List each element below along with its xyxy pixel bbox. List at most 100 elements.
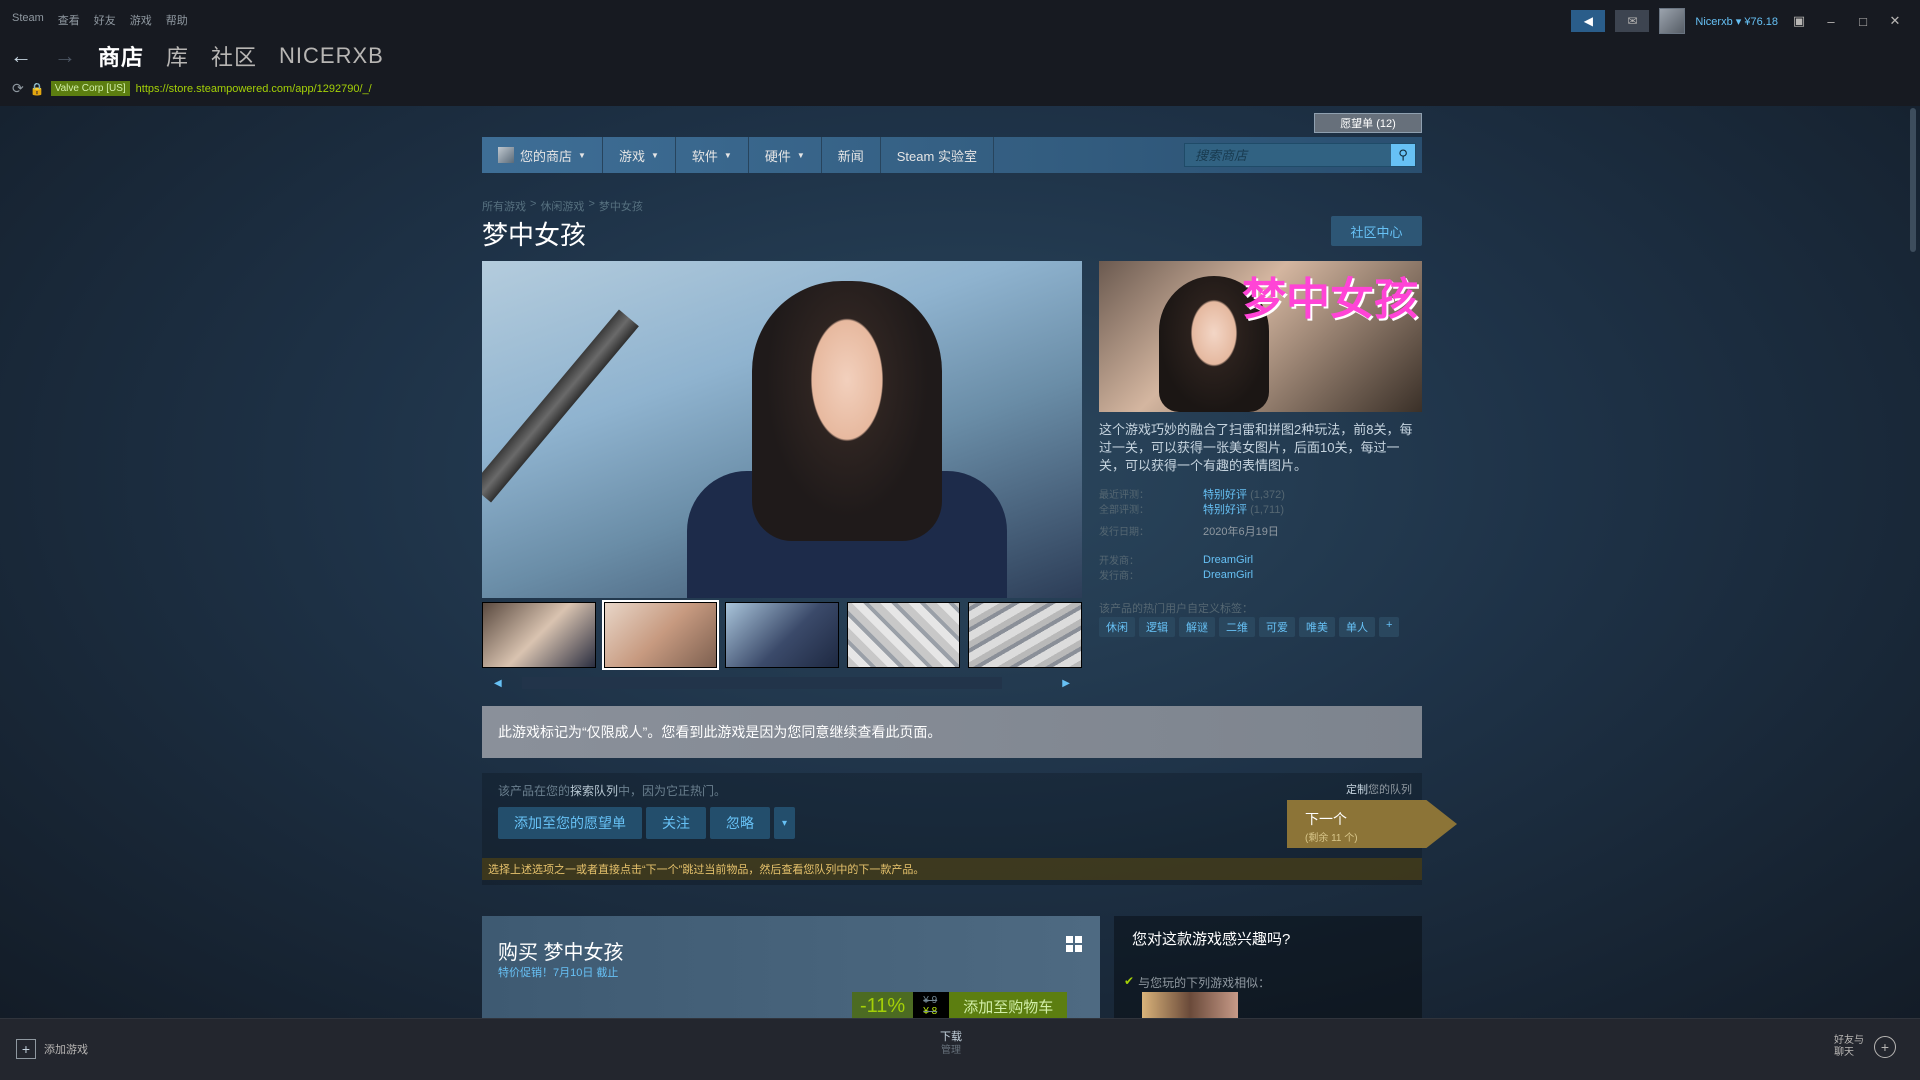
avatar[interactable] bbox=[1659, 8, 1686, 34]
page-scrollbar[interactable] bbox=[1910, 108, 1916, 252]
forward-arrow-icon[interactable]: → bbox=[54, 43, 76, 69]
breadcrumb-casual[interactable]: 休闲游戏 bbox=[540, 198, 584, 214]
tab-library[interactable]: 库 bbox=[166, 40, 189, 72]
breadcrumb-all-games[interactable]: 所有游戏 bbox=[482, 198, 526, 214]
tab-store[interactable]: 商店 bbox=[98, 40, 144, 72]
game-meta: 最近评测： 特别好评 (1,372) 全部评测： 特别好评 (1,711) 发行… bbox=[1099, 486, 1422, 583]
screenshot-thumbnail[interactable] bbox=[725, 602, 839, 668]
next-remaining: (剩余 11 个) bbox=[1305, 833, 1358, 844]
recent-reviews-row: 最近评测： 特别好评 (1,372) bbox=[1099, 486, 1422, 502]
interest-panel: 您对这款游戏感兴趣吗? ✔ 与您玩的下列游戏相似： bbox=[1114, 916, 1422, 1018]
check-icon: ✔ bbox=[1124, 974, 1135, 988]
tag-logic[interactable]: 逻辑 bbox=[1139, 617, 1175, 637]
recent-reviews-summary[interactable]: 特别好评 (1,372) bbox=[1203, 486, 1285, 502]
menu-steam[interactable]: Steam bbox=[12, 12, 44, 28]
tag-beautiful[interactable]: 唯美 bbox=[1299, 617, 1335, 637]
highlight-screenshot[interactable] bbox=[482, 261, 1082, 598]
client-menubar: Steam 查看 好友 游戏 帮助 bbox=[12, 12, 188, 28]
tag-puzzle[interactable]: 解谜 bbox=[1179, 617, 1215, 637]
thumbnail-scroll-track[interactable] bbox=[522, 677, 1002, 689]
add-game-label: 添加游戏 bbox=[44, 1044, 88, 1056]
store-nav-label: 新闻 bbox=[837, 148, 864, 164]
queue-actions: 添加至您的愿望单 关注 忽略 ▾ bbox=[498, 807, 796, 839]
next-in-queue-button[interactable]: 下一个 (剩余 11 个) bbox=[1287, 800, 1457, 848]
store-nav-your-store[interactable]: 您的商店 ▼ bbox=[482, 137, 603, 173]
menu-view[interactable]: 查看 bbox=[58, 12, 80, 28]
friends-chat-button[interactable]: 好友与 聊天 + bbox=[1834, 1035, 1896, 1059]
friends-chat-label: 好友与 聊天 bbox=[1834, 1035, 1864, 1059]
meta-label: 最近评测： bbox=[1099, 490, 1149, 501]
store-nav-news[interactable]: 新闻 bbox=[822, 137, 881, 173]
main-nav: ← → 商店 库 社区 NICERXB bbox=[10, 40, 384, 72]
add-tag-button[interactable]: + bbox=[1379, 617, 1400, 637]
scroll-right-icon[interactable]: ▶ bbox=[1062, 678, 1070, 689]
menu-games[interactable]: 游戏 bbox=[130, 12, 152, 28]
search-input[interactable] bbox=[1185, 144, 1391, 166]
screenshot-thumbnail[interactable] bbox=[968, 602, 1082, 668]
back-arrow-icon[interactable]: ← bbox=[10, 43, 32, 69]
client-bottom-bar: + 添加游戏 下载 管理 好友与 聊天 + bbox=[0, 1018, 1920, 1080]
downloads-button[interactable]: 下载 管理 bbox=[940, 1031, 962, 1057]
wishlist-button[interactable]: 愿望单 (12) bbox=[1314, 113, 1422, 133]
all-reviews-summary[interactable]: 特别好评 (1,711) bbox=[1203, 501, 1284, 517]
screenshot-thumbnail[interactable] bbox=[601, 600, 720, 670]
window-controls: ◀ ✉ Nicerxb ▾ ¥76.18 ▣ – □ ✕ bbox=[1571, 8, 1920, 34]
breadcrumb-separator: > bbox=[530, 198, 537, 210]
chevron-down-icon: ▼ bbox=[796, 150, 805, 160]
minimize-icon[interactable]: – bbox=[1820, 10, 1842, 32]
tag-casual[interactable]: 休闲 bbox=[1099, 617, 1135, 637]
screenshot-thumbnail[interactable] bbox=[482, 602, 596, 668]
add-game-button[interactable]: + 添加游戏 bbox=[16, 1039, 88, 1059]
account-menu[interactable]: Nicerxb ▾ ¥76.18 bbox=[1695, 15, 1778, 28]
store-nav-label: 您的商店 bbox=[520, 148, 573, 164]
review-count: (1,372) bbox=[1250, 488, 1285, 501]
tab-community[interactable]: 社区 bbox=[211, 40, 257, 72]
thumbnail-scroller: ◀ ▶ bbox=[482, 676, 1082, 690]
screenshot-icon[interactable]: ▣ bbox=[1788, 10, 1810, 32]
lock-icon: 🔒 bbox=[29, 81, 45, 96]
scroll-left-icon[interactable]: ◀ bbox=[494, 678, 502, 689]
breadcrumb-current[interactable]: 梦中女孩 bbox=[599, 198, 643, 214]
follow-button[interactable]: 关注 bbox=[646, 807, 706, 839]
menu-friends[interactable]: 好友 bbox=[94, 12, 116, 28]
ignore-button[interactable]: 忽略 bbox=[710, 807, 770, 839]
add-friend-icon: + bbox=[1874, 1036, 1896, 1058]
add-to-wishlist-button[interactable]: 添加至您的愿望单 bbox=[498, 807, 642, 839]
publisher-link[interactable]: DreamGirl bbox=[1203, 569, 1253, 581]
community-hub-button[interactable]: 社区中心 bbox=[1331, 216, 1422, 246]
store-nav-hardware[interactable]: 硬件 ▼ bbox=[749, 137, 822, 173]
menu-help[interactable]: 帮助 bbox=[166, 12, 188, 28]
developer-link[interactable]: DreamGirl bbox=[1203, 554, 1253, 566]
review-value: 特别好评 bbox=[1203, 503, 1247, 516]
tag-2d[interactable]: 二维 bbox=[1219, 617, 1255, 637]
notification-icon[interactable]: ✉ bbox=[1615, 10, 1650, 32]
tag-singleplayer[interactable]: 单人 bbox=[1339, 617, 1375, 637]
store-nav-labs[interactable]: Steam 实验室 bbox=[881, 137, 994, 173]
url-text[interactable]: https://store.steampowered.com/app/12927… bbox=[136, 83, 372, 95]
customize-queue[interactable]: 定制您的队列 bbox=[1346, 781, 1412, 797]
store-nav-software[interactable]: 软件 ▼ bbox=[676, 137, 749, 173]
tab-profile[interactable]: NICERXB bbox=[279, 43, 384, 69]
refresh-icon[interactable]: ⟳ bbox=[12, 80, 24, 97]
release-date-row: 发行日期： 2020年6月19日 bbox=[1099, 523, 1422, 539]
tag-cute[interactable]: 可爱 bbox=[1259, 617, 1295, 637]
screenshot-strip bbox=[482, 600, 1082, 670]
plus-icon: + bbox=[16, 1039, 36, 1059]
screenshot-thumbnail[interactable] bbox=[846, 602, 961, 668]
mature-content-notice: 此游戏标记为“仅限成人”。您看到此游戏是因为您同意继续查看此页面。 bbox=[482, 706, 1422, 758]
similar-game-thumbnail[interactable] bbox=[1142, 992, 1238, 1018]
chevron-down-icon: ▼ bbox=[650, 150, 659, 160]
price-block: -11% ¥ 9 ¥ 8 添加至购物车 bbox=[852, 992, 1068, 1020]
maximize-icon[interactable]: □ bbox=[1852, 10, 1874, 32]
ignore-options-dropdown[interactable]: ▾ bbox=[774, 807, 796, 839]
review-value: 特别好评 bbox=[1203, 488, 1247, 501]
publisher-row: 发行商： DreamGirl bbox=[1099, 567, 1422, 583]
broadcast-icon[interactable]: ◀ bbox=[1571, 10, 1606, 32]
queue-hint: 选择上述选项之一或者直接点击“下一个”跳过当前物品，然后查看您队列中的下一款产品… bbox=[482, 858, 1422, 880]
store-nav-games[interactable]: 游戏 ▼ bbox=[603, 137, 676, 173]
discovery-queue-link[interactable]: 探索队列 bbox=[570, 784, 618, 798]
close-icon[interactable]: ✕ bbox=[1884, 10, 1906, 32]
add-to-cart-button[interactable]: 添加至购物车 bbox=[949, 992, 1068, 1020]
search-icon[interactable]: ⚲ bbox=[1391, 144, 1415, 166]
customize-queue-bold: 定制 bbox=[1346, 784, 1368, 796]
